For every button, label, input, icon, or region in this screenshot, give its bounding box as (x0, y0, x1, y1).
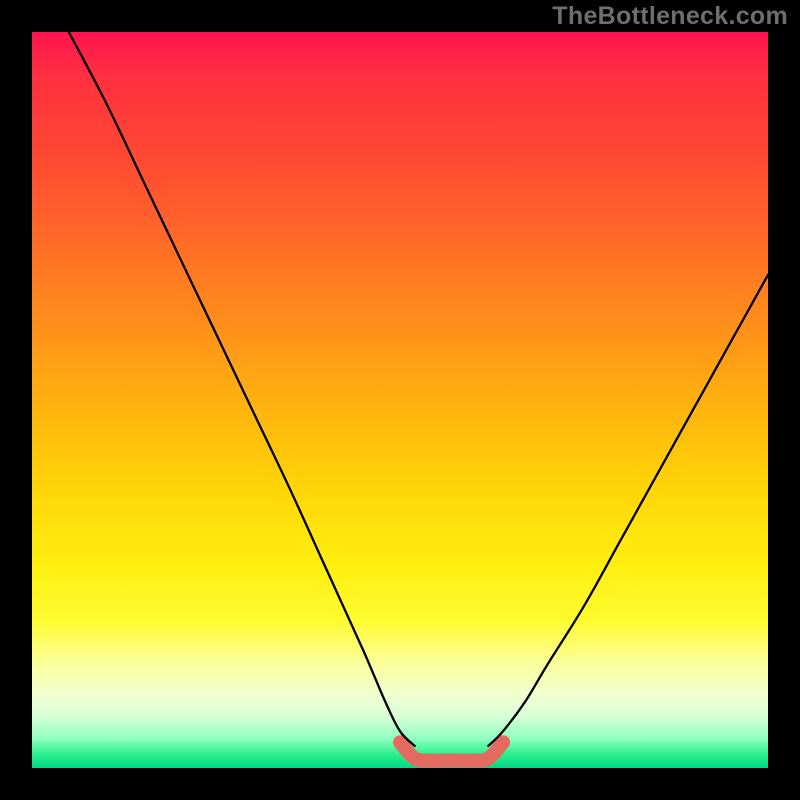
curve-layer (32, 32, 768, 768)
chart-frame: TheBottleneck.com (0, 0, 800, 800)
watermark-text: TheBottleneck.com (552, 2, 788, 30)
right-branch-curve (488, 275, 768, 746)
left-branch-curve (69, 32, 415, 746)
watermark-container: TheBottleneck.com (552, 2, 788, 31)
chart-plot-area (32, 32, 768, 768)
valley-flat-coral (400, 742, 503, 761)
